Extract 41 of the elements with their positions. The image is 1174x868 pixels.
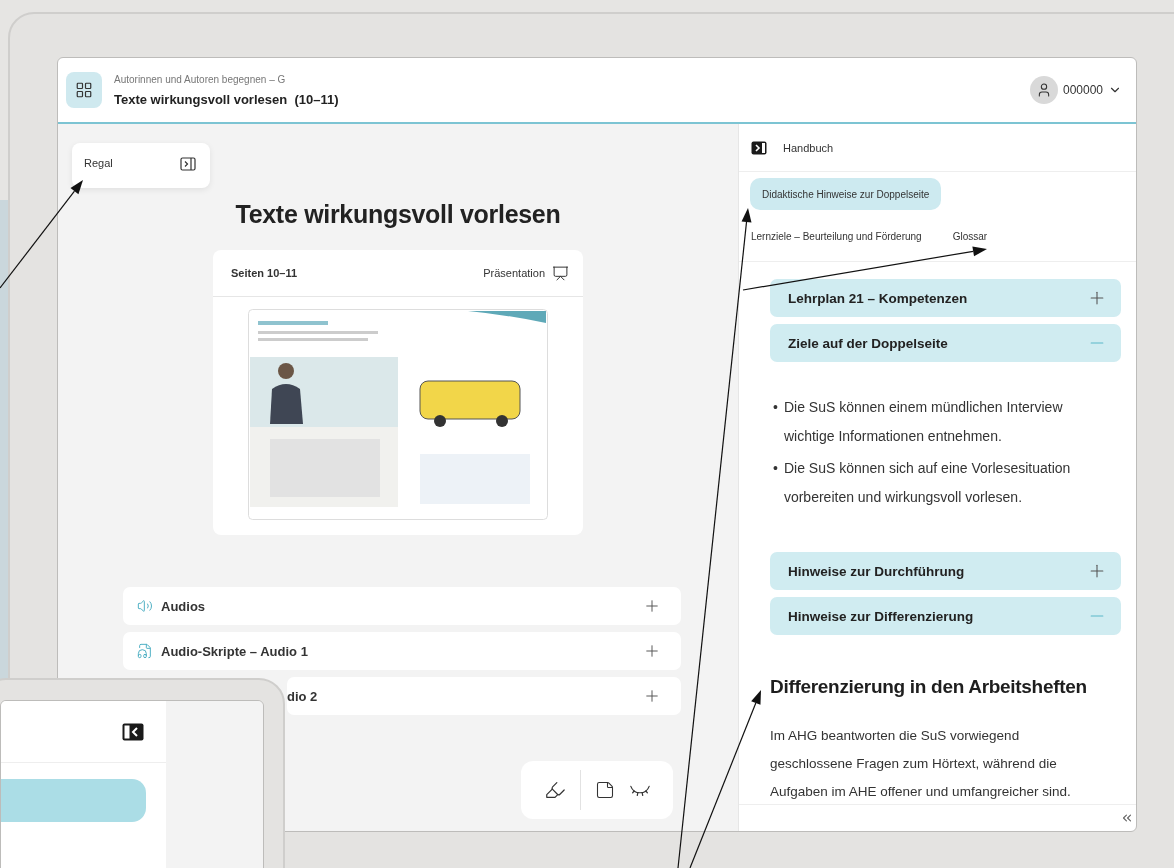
tab[interactable]: Glossar bbox=[951, 224, 988, 248]
paragraph: Im AHG beantworten die SuS vorwiegend geschlossene Fragen zum Hörtext, während die Aufgaben im AHE offener und umfangreicher sind. bbox=[770, 727, 1072, 801]
plus-icon[interactable] bbox=[643, 597, 661, 615]
presentation-icon bbox=[552, 264, 569, 282]
plus-icon[interactable] bbox=[643, 687, 661, 705]
section-heading: Differenzierung in den Arbeitsheften bbox=[770, 676, 1088, 698]
highlighter-icon[interactable] bbox=[543, 779, 566, 801]
grid-icon bbox=[75, 81, 93, 99]
breadcrumb: Autorinnen und Autoren begegnen – G bbox=[114, 73, 287, 85]
bullet-item: Die SuS können sich auf eine Vorlesesituation vorbereiten und wirkungsvoll vorlesen. bbox=[783, 459, 1072, 507]
user-menu-button[interactable]: 000000 bbox=[1029, 76, 1122, 104]
accordion-header[interactable]: Ziele auf der Doppelseite bbox=[770, 324, 1121, 362]
panel-title: Handbuch bbox=[783, 141, 834, 154]
bullet-marker: • bbox=[773, 459, 778, 478]
shelf-button[interactable]: Regal bbox=[72, 143, 210, 188]
bullet-item: Die SuS können einem mündlichen Interview wichtige Informationen entnehmen. bbox=[783, 398, 1064, 446]
material-label: dio 2 bbox=[287, 688, 319, 704]
audio-file-icon bbox=[137, 643, 153, 659]
panel-icon[interactable] bbox=[180, 157, 196, 171]
material-row[interactable]: Audios bbox=[123, 587, 681, 625]
accordion-header[interactable]: Lehrplan 21 – Kompetenzen bbox=[770, 279, 1121, 317]
presentation-button[interactable]: Präsentation bbox=[483, 264, 569, 282]
panel-icon[interactable] bbox=[751, 140, 767, 155]
material-row[interactable]: dio 2 bbox=[287, 677, 681, 715]
bullet-marker: • bbox=[773, 398, 778, 417]
collapse-icon[interactable] bbox=[1120, 811, 1134, 825]
page-title: Texte wirkungsvoll vorlesen bbox=[235, 200, 561, 229]
tab[interactable]: Didaktische Hinweise zur Doppelseite bbox=[750, 178, 942, 210]
speaker-icon bbox=[137, 598, 153, 614]
page-header-title: Texte wirkungsvoll vorlesen (10–11) bbox=[114, 91, 340, 107]
accordion-header[interactable]: Hinweise zur Durchführung bbox=[770, 552, 1121, 590]
accordion-header[interactable]: Hinweise zur Differenzierung bbox=[770, 597, 1121, 635]
material-label: Audios bbox=[161, 598, 207, 614]
tab[interactable]: Lernziele – Beurteilung und Förderung bbox=[750, 224, 922, 248]
card-title: Seiten 10–11 bbox=[231, 267, 298, 279]
panel-icon[interactable] bbox=[122, 722, 144, 741]
plus-icon[interactable] bbox=[643, 642, 661, 660]
material-label: Audio-Skripte – Audio 1 bbox=[161, 643, 309, 659]
app-menu-button[interactable] bbox=[66, 72, 102, 108]
note-icon[interactable] bbox=[594, 780, 615, 800]
material-row[interactable]: Audio-Skripte – Audio 1 bbox=[123, 632, 681, 670]
